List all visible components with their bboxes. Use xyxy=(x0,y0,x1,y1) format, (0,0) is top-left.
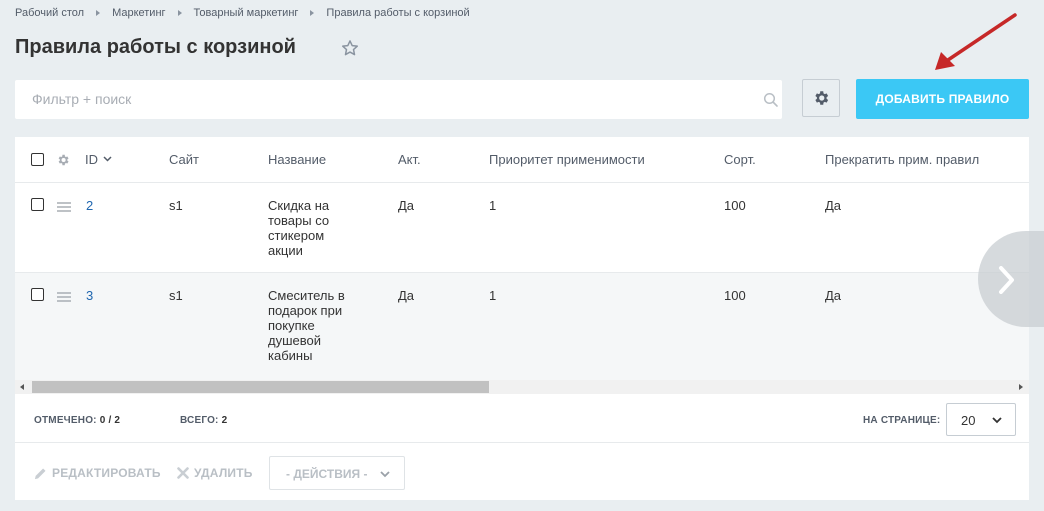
total-label: ВСЕГО: xyxy=(180,415,219,426)
actions-dropdown[interactable]: - ДЕЙСТВИЯ - xyxy=(269,456,405,490)
search-icon[interactable] xyxy=(763,92,779,108)
breadcrumb-item-marketing[interactable]: Маркетинг xyxy=(112,7,165,19)
total-count: ВСЕГО: 2 xyxy=(180,415,227,426)
row-checkbox[interactable] xyxy=(31,198,44,211)
delete-label: УДАЛИТЬ xyxy=(194,466,253,480)
per-page-label: НА СТРАНИЦЕ: xyxy=(863,415,941,426)
edit-label: РЕДАКТИРОВАТЬ xyxy=(52,466,161,480)
scroll-right-arrow-icon[interactable] xyxy=(1019,384,1023,390)
rules-table: ID Сайт Название Акт. Приоритет применим… xyxy=(15,137,1029,380)
row-priority: 1 xyxy=(489,198,497,213)
column-settings-gear-icon[interactable] xyxy=(56,153,70,167)
row-sort: 100 xyxy=(724,198,746,213)
row-checkbox[interactable] xyxy=(31,288,44,301)
chevron-down-icon xyxy=(380,471,390,478)
filter-search-input[interactable] xyxy=(32,89,732,109)
delete-button[interactable]: УДАЛИТЬ xyxy=(177,466,253,480)
selected-value: 0 / 2 xyxy=(99,415,121,426)
gear-icon xyxy=(815,91,829,105)
row-id-link[interactable]: 2 xyxy=(86,198,93,213)
breadcrumb-item-product-marketing[interactable]: Товарный маркетинг xyxy=(194,7,299,19)
settings-button[interactable] xyxy=(802,79,840,117)
row-priority: 1 xyxy=(489,288,497,303)
scroll-left-arrow-icon[interactable] xyxy=(20,384,24,390)
column-header-id-label: ID xyxy=(85,152,98,167)
total-value: 2 xyxy=(221,415,228,426)
scrollbar-thumb[interactable] xyxy=(32,381,489,393)
selected-label: ОТМЕЧЕНО: xyxy=(34,415,97,426)
row-name: Скидка на товары со стикером акции xyxy=(268,198,330,258)
selected-count: ОТМЕЧЕНО: 0 / 2 xyxy=(34,415,120,426)
row-id-link[interactable]: 3 xyxy=(86,288,93,303)
column-header-priority[interactable]: Приоритет применимости xyxy=(489,152,645,167)
sort-chevron-down-icon xyxy=(103,156,112,162)
row-site: s1 xyxy=(169,198,183,213)
column-header-stop-rules[interactable]: Прекратить прим. правил xyxy=(825,152,979,167)
actions-dropdown-label: - ДЕЙСТВИЯ - xyxy=(286,467,368,481)
row-site: s1 xyxy=(169,288,183,303)
chevron-right-icon xyxy=(999,266,1014,294)
column-header-active[interactable]: Акт. xyxy=(398,152,421,167)
horizontal-scrollbar[interactable] xyxy=(15,380,1029,394)
row-name: Смеситель в подарок при покупке душевой … xyxy=(268,288,345,363)
row-sort: 100 xyxy=(724,288,746,303)
edit-button[interactable]: РЕДАКТИРОВАТЬ xyxy=(34,466,161,480)
breadcrumb-separator-icon xyxy=(96,10,101,16)
per-page-value: 20 xyxy=(961,413,976,428)
breadcrumb-separator-icon xyxy=(310,10,315,16)
row-stop-rules: Да xyxy=(825,198,842,213)
pencil-icon xyxy=(34,467,46,479)
breadcrumb: Рабочий стол Маркетинг Товарный маркетин… xyxy=(15,7,470,19)
breadcrumb-item-current[interactable]: Правила работы с корзиной xyxy=(326,7,469,19)
close-icon xyxy=(177,467,189,479)
row-menu-icon[interactable] xyxy=(57,292,71,302)
group-actions-panel: РЕДАКТИРОВАТЬ УДАЛИТЬ - ДЕЙСТВИЯ - xyxy=(15,443,1029,500)
add-rule-button[interactable]: ДОБАВИТЬ ПРАВИЛО xyxy=(856,79,1029,119)
row-active: Да xyxy=(398,198,415,213)
filter-search-box[interactable] xyxy=(15,80,782,119)
row-stop-rules: Да xyxy=(825,288,842,303)
column-header-name[interactable]: Название xyxy=(268,152,326,167)
table-row[interactable]: 3 s1 Смеситель в подарок при покупке душ… xyxy=(15,273,1029,380)
table-row[interactable]: 2 s1 Скидка на товары со стикером акции … xyxy=(15,183,1029,273)
column-header-sort[interactable]: Сорт. xyxy=(724,152,756,167)
breadcrumb-item-desktop[interactable]: Рабочий стол xyxy=(15,7,84,19)
row-active: Да xyxy=(398,288,415,303)
row-menu-icon[interactable] xyxy=(57,202,71,212)
column-header-id[interactable]: ID xyxy=(85,152,112,167)
grid-footer: ОТМЕЧЕНО: 0 / 2 ВСЕГО: 2 НА СТРАНИЦЕ: 20 xyxy=(15,395,1029,443)
star-icon[interactable] xyxy=(340,38,360,58)
breadcrumb-separator-icon xyxy=(177,10,182,16)
rules-grid: ID Сайт Название Акт. Приоритет применим… xyxy=(15,137,1029,500)
chevron-down-icon xyxy=(992,417,1002,424)
select-all-checkbox[interactable] xyxy=(31,153,44,166)
per-page-select[interactable]: 20 xyxy=(946,403,1016,436)
page-title: Правила работы с корзиной xyxy=(15,36,296,58)
table-header-row: ID Сайт Название Акт. Приоритет применим… xyxy=(15,137,1029,183)
column-header-site[interactable]: Сайт xyxy=(169,152,199,167)
annotation-arrow-icon xyxy=(935,13,1017,70)
